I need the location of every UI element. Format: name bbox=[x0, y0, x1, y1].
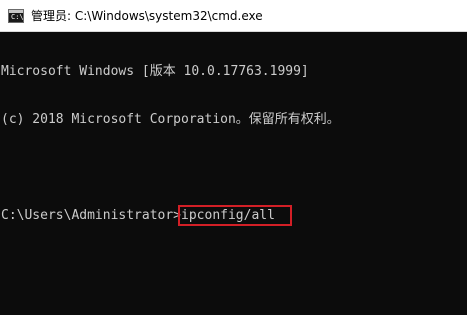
console-output[interactable]: Microsoft Windows [版本 10.0.17763.1999] (… bbox=[0, 32, 467, 315]
cmd-window: C:\ 管理员: C:\Windows\system32\cmd.exe Mic… bbox=[0, 0, 467, 315]
command-highlight-box[interactable]: ipconfig/all bbox=[178, 205, 292, 226]
console-command[interactable]: ipconfig/all bbox=[181, 208, 275, 223]
console-prompt-line[interactable]: C:\Users\Administrator>ipconfig/all bbox=[1, 205, 467, 226]
cmd-icon[interactable]: C:\ bbox=[8, 9, 24, 23]
title-bar[interactable]: C:\ 管理员: C:\Windows\system32\cmd.exe bbox=[0, 0, 467, 32]
console-banner-copyright: (c) 2018 Microsoft Corporation。保留所有权利。 bbox=[1, 112, 340, 127]
console-banner-version: Microsoft Windows [版本 10.0.17763.1999] bbox=[1, 64, 309, 79]
icon-prompt-glyph: C:\ bbox=[11, 13, 24, 21]
window-title: 管理员: C:\Windows\system32\cmd.exe bbox=[31, 9, 263, 23]
console-prompt: C:\Users\Administrator> bbox=[1, 208, 182, 223]
